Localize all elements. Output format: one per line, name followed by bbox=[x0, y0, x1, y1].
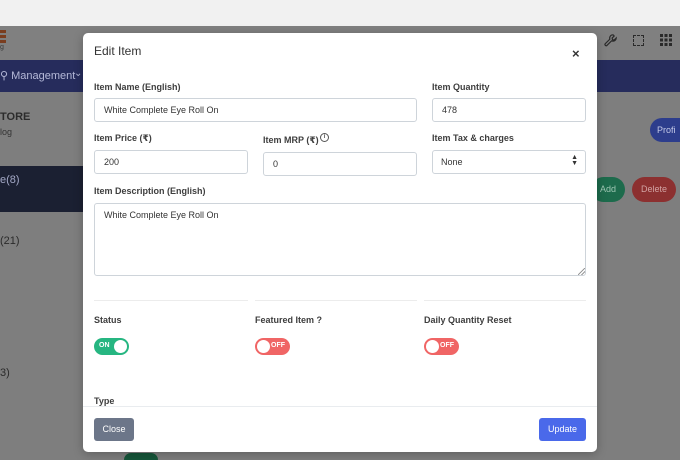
item-price-input[interactable] bbox=[94, 150, 248, 174]
type-label: Type bbox=[94, 396, 115, 406]
toggle-knob bbox=[426, 340, 439, 353]
featured-toggle-text: OFF bbox=[271, 342, 285, 349]
info-icon[interactable]: i bbox=[320, 133, 329, 142]
logo-subtext: g bbox=[0, 44, 4, 51]
nav-management[interactable]: ⚲ Management bbox=[0, 69, 75, 82]
item-mrp-label: Item MRP (₹) bbox=[263, 135, 319, 145]
close-icon[interactable]: × bbox=[572, 46, 580, 61]
item-price-label: Item Price (₹) bbox=[94, 133, 152, 143]
status-toggle-text: ON bbox=[99, 342, 110, 349]
item-mrp-input[interactable] bbox=[263, 152, 417, 176]
user-icon: ⚲ bbox=[0, 70, 9, 82]
item-quantity-input[interactable] bbox=[432, 98, 586, 122]
item-quantity-label: Item Quantity bbox=[432, 82, 490, 92]
category-item-active[interactable]: e(8) bbox=[0, 166, 84, 212]
fullscreen-icon[interactable] bbox=[624, 30, 652, 50]
toggle-knob bbox=[257, 340, 270, 353]
status-label: Status bbox=[94, 315, 122, 325]
logo-icon bbox=[0, 30, 6, 44]
featured-label: Featured Item ? bbox=[255, 315, 323, 325]
store-subtitle: log bbox=[0, 127, 13, 137]
chevron-down-icon: ⌄ bbox=[74, 68, 83, 79]
divider bbox=[255, 300, 417, 301]
item-description-textarea[interactable]: White Complete Eye Roll On bbox=[94, 203, 586, 276]
select-caret-icon: ▲ ▼ bbox=[571, 154, 578, 167]
nav-management-label: Management bbox=[11, 70, 76, 82]
app-grid-icon[interactable] bbox=[652, 30, 680, 50]
toggle-knob bbox=[114, 340, 127, 353]
item-tax-label: Item Tax & charges bbox=[432, 133, 514, 143]
background-toggle[interactable] bbox=[124, 453, 158, 460]
profile-button[interactable]: Profi bbox=[650, 118, 680, 142]
category-item[interactable]: 3) bbox=[0, 367, 10, 379]
daily-reset-toggle-text: OFF bbox=[440, 342, 454, 349]
item-tax-select[interactable]: None ▲ ▼ bbox=[432, 150, 586, 174]
featured-toggle[interactable]: OFF bbox=[255, 338, 290, 355]
daily-reset-label: Daily Quantity Reset bbox=[424, 315, 512, 325]
resize-grip-icon[interactable] bbox=[578, 268, 585, 275]
update-button[interactable]: Update bbox=[539, 418, 586, 441]
category-label: e(8) bbox=[0, 174, 20, 186]
category-item[interactable]: (21) bbox=[0, 235, 20, 247]
item-name-label: Item Name (English) bbox=[94, 82, 181, 92]
daily-reset-toggle[interactable]: OFF bbox=[424, 338, 459, 355]
edit-item-modal: Edit Item × Item Name (English) Item Qua… bbox=[83, 33, 597, 452]
browser-top-strip bbox=[0, 0, 680, 26]
item-tax-selected: None bbox=[441, 157, 463, 167]
delete-button[interactable]: Delete bbox=[632, 177, 676, 202]
item-description-label: Item Description (English) bbox=[94, 186, 206, 196]
store-title: TORE bbox=[0, 111, 31, 123]
close-button[interactable]: Close bbox=[94, 418, 134, 441]
settings-wrench-icon[interactable] bbox=[596, 30, 624, 50]
divider bbox=[94, 300, 248, 301]
status-toggle[interactable]: ON bbox=[94, 338, 129, 355]
modal-title: Edit Item bbox=[94, 44, 142, 58]
divider bbox=[424, 300, 586, 301]
modal-footer-divider bbox=[83, 406, 597, 407]
item-name-input[interactable] bbox=[94, 98, 417, 122]
